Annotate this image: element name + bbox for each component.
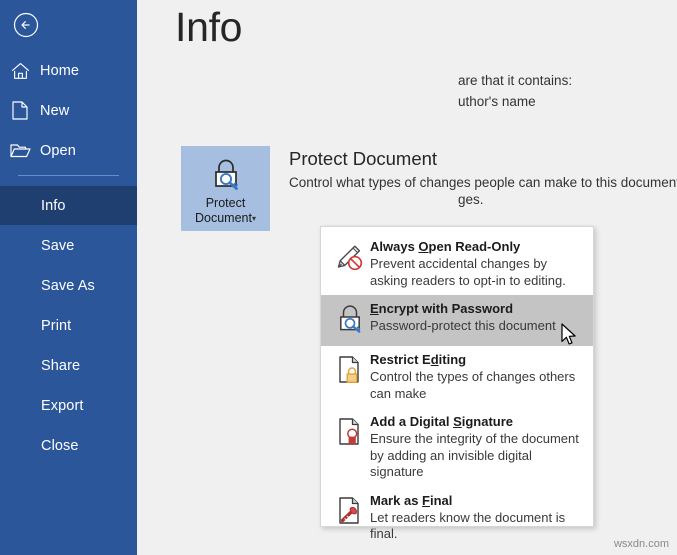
sidebar-divider bbox=[18, 175, 119, 176]
sidebar-item-info[interactable]: Info bbox=[0, 186, 137, 225]
protect-button-label-text: Document bbox=[195, 211, 252, 225]
sidebar-item-print[interactable]: Print bbox=[0, 306, 137, 345]
background-text-line: are that it contains: bbox=[458, 73, 573, 88]
sidebar-item-label: Info bbox=[41, 197, 66, 214]
menu-item-title: Encrypt with Password bbox=[370, 301, 513, 316]
backstage-sidebar: Home New Open Info Save Save As Print Sh… bbox=[0, 0, 137, 555]
watermark: wsxdn.com bbox=[613, 538, 669, 550]
document-padlock-icon bbox=[329, 351, 370, 391]
protect-button-label-line2: Document▾ bbox=[181, 211, 270, 226]
sidebar-item-new[interactable]: New bbox=[0, 91, 137, 130]
page-title: Info bbox=[175, 4, 243, 50]
lock-magnifier-icon bbox=[181, 154, 270, 196]
sidebar-item-share[interactable]: Share bbox=[0, 346, 137, 385]
menu-item-description: Control the types of changes others can … bbox=[370, 369, 576, 401]
backstage-main-pane: Info are that it contains: uthor's name … bbox=[137, 0, 677, 555]
sidebar-item-label: Share bbox=[41, 357, 81, 374]
menu-item-mark-as-final[interactable]: Mark as Final Let readers know the docum… bbox=[321, 487, 593, 549]
sidebar-item-label: Print bbox=[41, 317, 72, 334]
title-accelerator: E bbox=[370, 301, 379, 316]
title-pre: Mark as bbox=[370, 492, 423, 508]
menu-item-description: Password-protect this document bbox=[370, 318, 556, 333]
sidebar-item-label: Export bbox=[41, 397, 84, 414]
protect-document-button[interactable]: Protect Document▾ bbox=[181, 146, 270, 231]
title-pre: Always bbox=[370, 239, 419, 254]
pencil-no-edit-icon bbox=[329, 238, 370, 278]
sidebar-item-label: New bbox=[40, 102, 70, 119]
sidebar-item-open[interactable]: Open bbox=[0, 131, 137, 170]
menu-item-text: Encrypt with Password Password-protect t… bbox=[370, 300, 585, 335]
folder-icon bbox=[0, 142, 40, 159]
title-pre: Restrict E bbox=[370, 352, 431, 367]
chevron-down-icon: ▾ bbox=[251, 214, 256, 224]
title-post: ignature bbox=[461, 414, 514, 429]
backstage-view: Home New Open Info Save Save As Print Sh… bbox=[0, 0, 677, 555]
title-accelerator: S bbox=[453, 414, 462, 429]
title-post: inal bbox=[430, 492, 453, 508]
back-arrow-circle-icon[interactable] bbox=[13, 12, 39, 38]
background-text-line: ges. bbox=[458, 192, 484, 207]
sidebar-item-close[interactable]: Close bbox=[0, 426, 137, 465]
title-post: iting bbox=[438, 352, 467, 367]
protect-document-dropdown-menu: Always Open Read-Only Prevent accidental… bbox=[320, 226, 594, 541]
sidebar-item-label: Close bbox=[41, 437, 79, 454]
document-signature-seal-icon bbox=[329, 413, 370, 453]
title-accelerator: F bbox=[422, 492, 430, 508]
menu-item-encrypt-with-password[interactable]: Encrypt with Password Password-protect t… bbox=[321, 295, 593, 346]
menu-item-text: Add a Digital Signature Ensure the integ… bbox=[370, 413, 585, 481]
menu-item-title: Mark as Final bbox=[370, 493, 452, 508]
document-stamp-icon bbox=[329, 492, 370, 532]
menu-item-description: Let readers know the document is final. bbox=[370, 509, 566, 542]
title-post: ncrypt with Password bbox=[378, 301, 514, 316]
sidebar-item-save-as[interactable]: Save As bbox=[0, 266, 137, 305]
lock-key-icon bbox=[329, 300, 370, 340]
menu-item-restrict-editing[interactable]: Restrict Editing Control the types of ch… bbox=[321, 346, 593, 408]
menu-item-description: Ensure the integrity of the document by … bbox=[370, 431, 579, 479]
protect-document-description: Control what types of changes people can… bbox=[289, 175, 677, 190]
menu-item-description: Prevent accidental changes by asking rea… bbox=[370, 256, 566, 288]
menu-item-text: Restrict Editing Control the types of ch… bbox=[370, 351, 585, 402]
menu-item-title: Add a Digital Signature bbox=[370, 414, 513, 429]
menu-item-text: Always Open Read-Only Prevent accidental… bbox=[370, 238, 585, 289]
menu-item-add-a-digital-signature[interactable]: Add a Digital Signature Ensure the integ… bbox=[321, 408, 593, 487]
sidebar-item-home[interactable]: Home bbox=[0, 51, 137, 90]
menu-item-title: Restrict Editing bbox=[370, 352, 466, 367]
background-text-line: uthor's name bbox=[458, 94, 536, 109]
sidebar-item-export[interactable]: Export bbox=[0, 386, 137, 425]
sidebar-item-label: Save bbox=[41, 237, 75, 254]
title-accelerator: O bbox=[418, 239, 429, 254]
sidebar-item-label: Save As bbox=[41, 277, 95, 294]
sidebar-item-save[interactable]: Save bbox=[0, 226, 137, 265]
new-page-icon bbox=[0, 101, 40, 120]
protect-document-heading: Protect Document bbox=[289, 148, 438, 169]
sidebar-item-label: Home bbox=[40, 62, 80, 79]
menu-item-title: Always Open Read-Only bbox=[370, 239, 520, 254]
title-accelerator: d bbox=[430, 352, 439, 367]
sidebar-item-label: Open bbox=[40, 142, 76, 159]
title-pre: Add a Digital bbox=[370, 414, 454, 429]
home-icon bbox=[0, 62, 40, 80]
menu-item-text: Mark as Final Let readers know the docum… bbox=[370, 492, 585, 543]
menu-item-always-open-read-only[interactable]: Always Open Read-Only Prevent accidental… bbox=[321, 233, 593, 295]
title-post: pen Read-Only bbox=[428, 239, 521, 254]
protect-button-label-line1: Protect bbox=[205, 196, 246, 210]
